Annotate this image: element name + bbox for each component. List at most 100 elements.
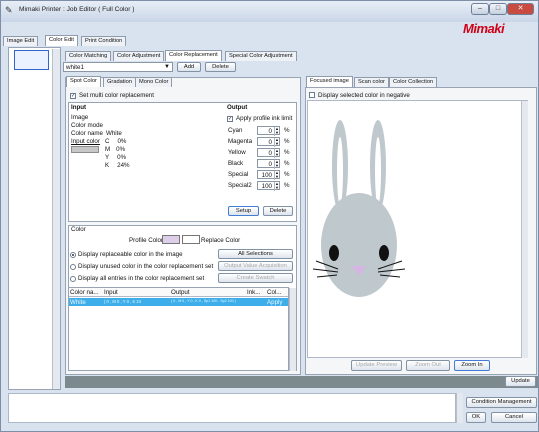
radio-all-entries[interactable]	[70, 276, 76, 282]
display-negative-label: Display selected color in negative	[318, 92, 410, 99]
table-scrollbar[interactable]	[289, 288, 296, 371]
preset-value: white1	[66, 64, 84, 71]
setup-button[interactable]: Setup	[228, 206, 259, 216]
option-replaceable: Display replaceable color in the image	[78, 251, 183, 258]
image-label: Image	[71, 114, 89, 121]
channel-label: Y	[105, 154, 110, 161]
channel-value: 0%	[117, 138, 127, 145]
apply-profile-checkbox[interactable]	[227, 115, 233, 122]
tab-scan-color[interactable]: Scan color	[354, 77, 389, 87]
cancel-button[interactable]: Cancel	[491, 412, 537, 423]
column-input[interactable]: Input	[104, 289, 118, 296]
channel-value: 0%	[116, 146, 126, 153]
preset-select[interactable]: white1 ▼	[63, 62, 173, 72]
channel-label: M	[105, 146, 111, 153]
color-name-value: White	[106, 130, 122, 137]
color-name-label: Color name	[71, 130, 103, 137]
output-unit: %	[284, 149, 290, 156]
column-color-name[interactable]: Color na...	[70, 289, 99, 296]
condition-management-button[interactable]: Condition Management	[466, 397, 537, 408]
replace-color-label: Replace Color	[201, 237, 241, 244]
spin-icon[interactable]: ▲ ▼	[274, 149, 279, 158]
maximize-button[interactable]: □	[489, 3, 507, 15]
window-title: Mimaki Printer : Job Editor ( Full Color…	[19, 6, 135, 13]
set-multi-checkbox[interactable]	[70, 92, 76, 99]
output-input[interactable]: 100 ▲ ▼	[257, 181, 280, 191]
set-multi-label: Set multi color replacement	[79, 92, 154, 99]
printer-icon: ✎	[5, 5, 13, 15]
thumbnail-scrollbar[interactable]	[52, 49, 60, 389]
output-input[interactable]: 0 ▲ ▼	[257, 126, 280, 136]
tab-image-edit[interactable]: Image Edit	[3, 36, 39, 46]
output-input[interactable]: 0 ▲ ▼	[257, 159, 280, 169]
zoom-in-button[interactable]: Zoom In	[454, 360, 490, 371]
column-output[interactable]: Output	[171, 289, 190, 296]
channel-value: 24%	[117, 162, 130, 169]
update-button[interactable]: Update	[505, 376, 536, 387]
spin-icon[interactable]: ▲ ▼	[274, 127, 279, 136]
apply-profile-label: Apply profile ink limit	[236, 115, 293, 122]
mimaki-logo: Mimaki	[463, 21, 505, 36]
tab-color-adjustment[interactable]: Color Adjustment	[113, 51, 165, 61]
delete-output-button[interactable]: Delete	[263, 206, 293, 216]
output-value-button[interactable]: Output Value Acquisition	[218, 261, 293, 271]
table-row[interactable]: White ( 0 , M 0 , Y 0 , K 24 ( 0 , M 0 ,…	[69, 298, 288, 306]
tab-gradation[interactable]: Gradation	[103, 77, 136, 87]
tab-color-matching[interactable]: Color Matching	[65, 51, 112, 61]
input-color-swatch	[71, 146, 99, 153]
column-ink[interactable]: Ink...	[247, 289, 260, 296]
zoom-out-button[interactable]: Zoom Out	[406, 360, 450, 371]
image-preview[interactable]	[307, 100, 528, 358]
input-channel-list: C 0% M 0% Y 0% K 24%	[105, 138, 135, 172]
tab-mono-color[interactable]: Mono Color	[135, 77, 173, 87]
channel-label: K	[105, 162, 110, 169]
minimize-button[interactable]: –	[471, 3, 489, 15]
output-label: Special	[228, 171, 249, 178]
display-negative-checkbox[interactable]	[309, 92, 315, 100]
output-label: Yellow	[228, 149, 246, 156]
tab-color-edit[interactable]: Color Edit	[45, 35, 78, 46]
create-swatch-button[interactable]: Create Swatch	[218, 273, 293, 283]
tab-color-replacement[interactable]: Color Replacement	[165, 50, 222, 61]
update-preview-button[interactable]: Update Preview	[351, 360, 402, 371]
output-unit: %	[284, 127, 290, 134]
input-color-label: Input color	[71, 138, 100, 145]
output-input[interactable]: 0 ▲ ▼	[257, 137, 280, 147]
output-header: Output	[227, 104, 248, 111]
thumbnail[interactable]	[14, 50, 49, 70]
add-preset-button[interactable]: Add	[177, 62, 201, 72]
bunny-image	[308, 101, 409, 299]
status-strip	[65, 376, 538, 388]
message-scrollbar[interactable]	[456, 393, 463, 423]
output-input[interactable]: 100 ▲ ▼	[257, 170, 280, 180]
ok-button[interactable]: OK	[466, 412, 486, 423]
output-unit: %	[284, 160, 290, 167]
row-output: ( 0 , M 0 , Y 0 , K 0 , Sp1 100 , Sp2 10…	[171, 299, 236, 303]
radio-unused[interactable]	[70, 264, 76, 270]
option-unused: Display unused color in the color replac…	[78, 263, 214, 270]
tab-spot-color[interactable]: Spot Color	[66, 76, 101, 87]
all-selections-button[interactable]: All Selections	[218, 249, 293, 259]
spin-icon[interactable]: ▲ ▼	[274, 138, 279, 147]
tab-color-collection[interactable]: Color Collection	[389, 77, 438, 87]
table-header: Color na... Input Output Ink... Col...	[69, 288, 288, 297]
tab-print-condition[interactable]: Print Condition	[81, 36, 127, 46]
message-area	[8, 393, 456, 423]
replace-color-swatch	[182, 235, 200, 244]
tab-focused-image[interactable]: Focused image	[306, 76, 353, 87]
spin-icon[interactable]: ▲ ▼	[274, 182, 279, 191]
output-input[interactable]: 0 ▲ ▼	[257, 148, 280, 158]
tab-special-color-adjustment[interactable]: Special Color Adjustment	[225, 51, 297, 61]
column-color[interactable]: Col...	[267, 289, 281, 296]
preview-vertical-scrollbar[interactable]	[521, 101, 528, 358]
row-input: ( 0 , M 0 , Y 0 , K 24	[104, 299, 142, 304]
output-unit: %	[284, 138, 290, 145]
output-label: Special2	[228, 182, 252, 189]
radio-replaceable[interactable]	[70, 252, 76, 258]
close-button[interactable]: ✕	[507, 3, 534, 15]
delete-preset-button[interactable]: Delete	[205, 62, 236, 72]
chevron-down-icon: ▼	[164, 64, 170, 70]
output-label: Magenta	[228, 138, 253, 145]
spin-icon[interactable]: ▲ ▼	[274, 171, 279, 180]
spin-icon[interactable]: ▲ ▼	[274, 160, 279, 169]
